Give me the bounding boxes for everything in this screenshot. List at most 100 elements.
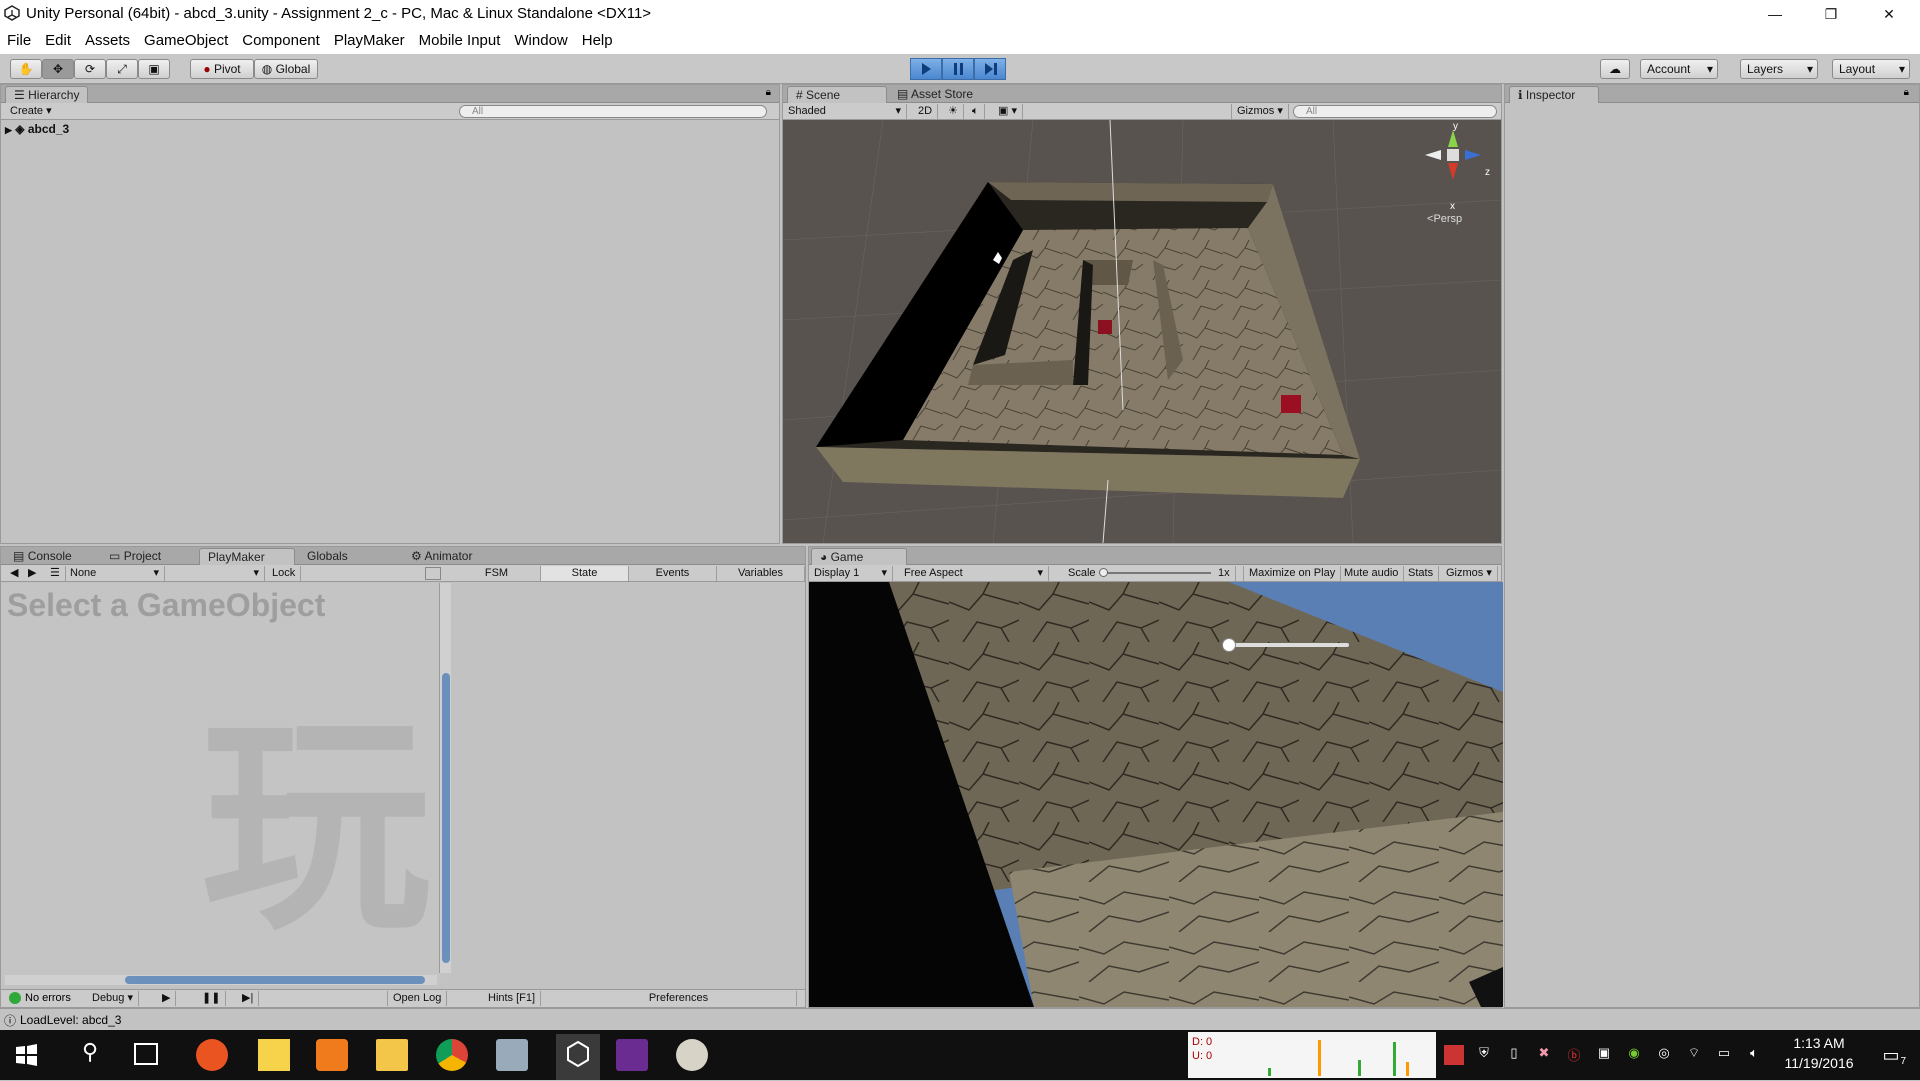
hand-tool-button[interactable]: ✋ [10,59,42,79]
scale-tool-button[interactable]: ⤢ [106,59,138,79]
toggle-2d[interactable]: 2D [913,104,939,119]
scene-search[interactable]: All [1293,105,1497,118]
tab-inspector[interactable]: ℹ Inspector [1509,86,1599,103]
gizmo-negz-axis[interactable] [1425,150,1441,160]
gizmo-x-axis[interactable] [1448,163,1458,180]
gizmo-z-axis[interactable] [1465,150,1481,160]
game-viewport[interactable] [809,582,1503,1007]
gizmos-dropdown[interactable]: Gizmos ▾ [1231,104,1289,119]
lock-icon[interactable]: 🔒︎ [766,87,771,98]
lock-icon[interactable]: 🔒︎ [1904,87,1909,98]
debug-step-icon[interactable]: ▶| [237,991,260,1006]
hints-button[interactable]: Hints [F1] [483,991,542,1006]
menu-window[interactable]: Window [507,28,574,49]
debug-pause-icon[interactable]: ❚❚ [197,991,227,1006]
move-tool-button[interactable]: ✥ [42,59,74,79]
menu-playmaker[interactable]: PlayMaker [327,28,412,49]
display-dropdown[interactable]: Display 1 ▾ [809,566,893,581]
volume-icon[interactable]: 🔈︎ [1744,1045,1764,1065]
tab-variables[interactable]: Variables [717,566,805,581]
mute-audio-toggle[interactable]: Mute audio [1339,566,1405,581]
ui-slider-track[interactable] [1229,643,1349,647]
fsm-select-dropdown[interactable]: ▾ [167,566,265,581]
tab-animator[interactable]: ⚙ Animator [403,548,480,565]
cloud-button[interactable]: ☁ [1600,59,1630,79]
minimize-graph-icon[interactable] [425,567,441,580]
orientation-gizmo[interactable] [1413,125,1493,195]
create-dropdown[interactable]: Create ▾ [5,104,57,119]
scene-root-item[interactable]: ▶ ◈ abcd_3 [5,122,69,136]
debug-play-icon[interactable]: ▶ [157,991,177,1006]
maximize-on-play-toggle[interactable]: Maximize on Play [1243,566,1342,581]
menu-edit[interactable]: Edit [38,28,78,49]
tab-fsm[interactable]: FSM [453,566,541,581]
tab-console[interactable]: ▤ Console [5,548,80,565]
lock-toggle[interactable]: Lock [267,566,302,581]
step-button[interactable] [974,58,1006,80]
battery-icon[interactable]: ▭ [1714,1045,1734,1065]
task-view-icon[interactable] [134,1043,158,1065]
nx-icon[interactable]: ✖ [1534,1045,1554,1065]
back-arrow-icon[interactable]: ◀ [5,566,23,581]
audio-toggle[interactable]: 🔈︎ [967,104,985,119]
chrome-icon[interactable] [436,1039,468,1071]
tab-events[interactable]: Events [629,566,717,581]
menu-file[interactable]: File [0,28,38,49]
scene-viewport[interactable] [783,120,1501,543]
tab-globals[interactable]: Globals [299,548,356,565]
remote-desktop-icon[interactable] [496,1039,528,1071]
gizmo-center[interactable] [1447,149,1459,161]
ui-slider-handle[interactable] [1222,638,1236,652]
tray-app-icon[interactable] [1444,1045,1464,1065]
tab-game[interactable]: ◕ Game [811,548,907,565]
shield-icon[interactable]: ⛨ [1474,1045,1494,1065]
pdf-app-icon[interactable] [316,1039,348,1071]
graph-view[interactable]: Select a GameObject 玩 [1,583,441,983]
menu-gameobject[interactable]: GameObject [137,28,235,49]
layers-dropdown[interactable]: Layers ▾ [1740,59,1818,79]
tab-asset-store[interactable]: ▤ Asset Store [889,86,981,103]
effects-dropdown[interactable]: ▣ ▾ [993,104,1023,119]
game-gizmos-dropdown[interactable]: Gizmos ▾ [1441,566,1498,581]
tab-hierarchy[interactable]: ☰ Hierarchy [5,86,89,103]
close-button[interactable]: ✕ [1866,0,1912,28]
rotate-tool-button[interactable]: ⟳ [74,59,106,79]
open-log-button[interactable]: Open Log [387,991,448,1006]
no-errors-label[interactable]: No errors [25,992,71,1004]
persp-label[interactable]: <Persp [1427,213,1462,225]
red-cube-2[interactable] [1281,395,1301,413]
usb-icon[interactable]: ▯ [1504,1045,1524,1065]
tab-project[interactable]: ▭ Project [101,548,169,565]
minimize-button[interactable]: — [1752,0,1798,28]
notification-center-icon[interactable]: ▭ 7 [1876,1045,1906,1067]
shading-dropdown[interactable]: Shaded ▾ [783,104,907,119]
tab-playmaker[interactable]: PlayMaker [199,548,295,565]
aspect-dropdown[interactable]: Free Aspect ▾ [899,566,1049,581]
rect-tool-button[interactable]: ▣ [138,59,170,79]
menu-icon[interactable]: ☰ [45,566,66,581]
gizmo-y-axis[interactable] [1448,130,1458,147]
hierarchy-search[interactable]: All [459,105,767,118]
preferences-button[interactable]: Preferences [561,991,797,1006]
sticky-notes-icon[interactable] [258,1039,290,1071]
paint-icon[interactable] [676,1039,708,1071]
horizontal-scrollbar[interactable] [5,975,437,985]
menu-help[interactable]: Help [575,28,620,49]
scale-slider-handle[interactable] [1099,568,1108,577]
ubuntu-icon[interactable] [196,1039,228,1071]
status-message[interactable]: LoadLevel: abcd_3 [20,1013,121,1027]
vertical-scrollbar[interactable] [439,583,451,973]
tab-scene[interactable]: # Scene [787,86,887,103]
scale-slider[interactable] [1099,572,1211,574]
vertical-scroll-thumb[interactable] [442,673,450,963]
menu-component[interactable]: Component [235,28,327,49]
forward-arrow-icon[interactable]: ▶ [23,566,41,581]
debug-dropdown[interactable]: Debug ▾ [87,991,139,1006]
fsm-owner-dropdown[interactable]: None ▾ [65,566,165,581]
nvidia-icon[interactable]: ◉ [1624,1045,1644,1065]
wifi-icon[interactable]: ⌔ [1684,1045,1704,1065]
search-icon[interactable]: ⚲ [74,1039,106,1071]
clock[interactable]: 1:13 AM 11/19/2016 [1774,1035,1864,1071]
menu-mobile-input[interactable]: Mobile Input [412,28,508,49]
maximize-button[interactable]: ❐ [1808,0,1854,28]
